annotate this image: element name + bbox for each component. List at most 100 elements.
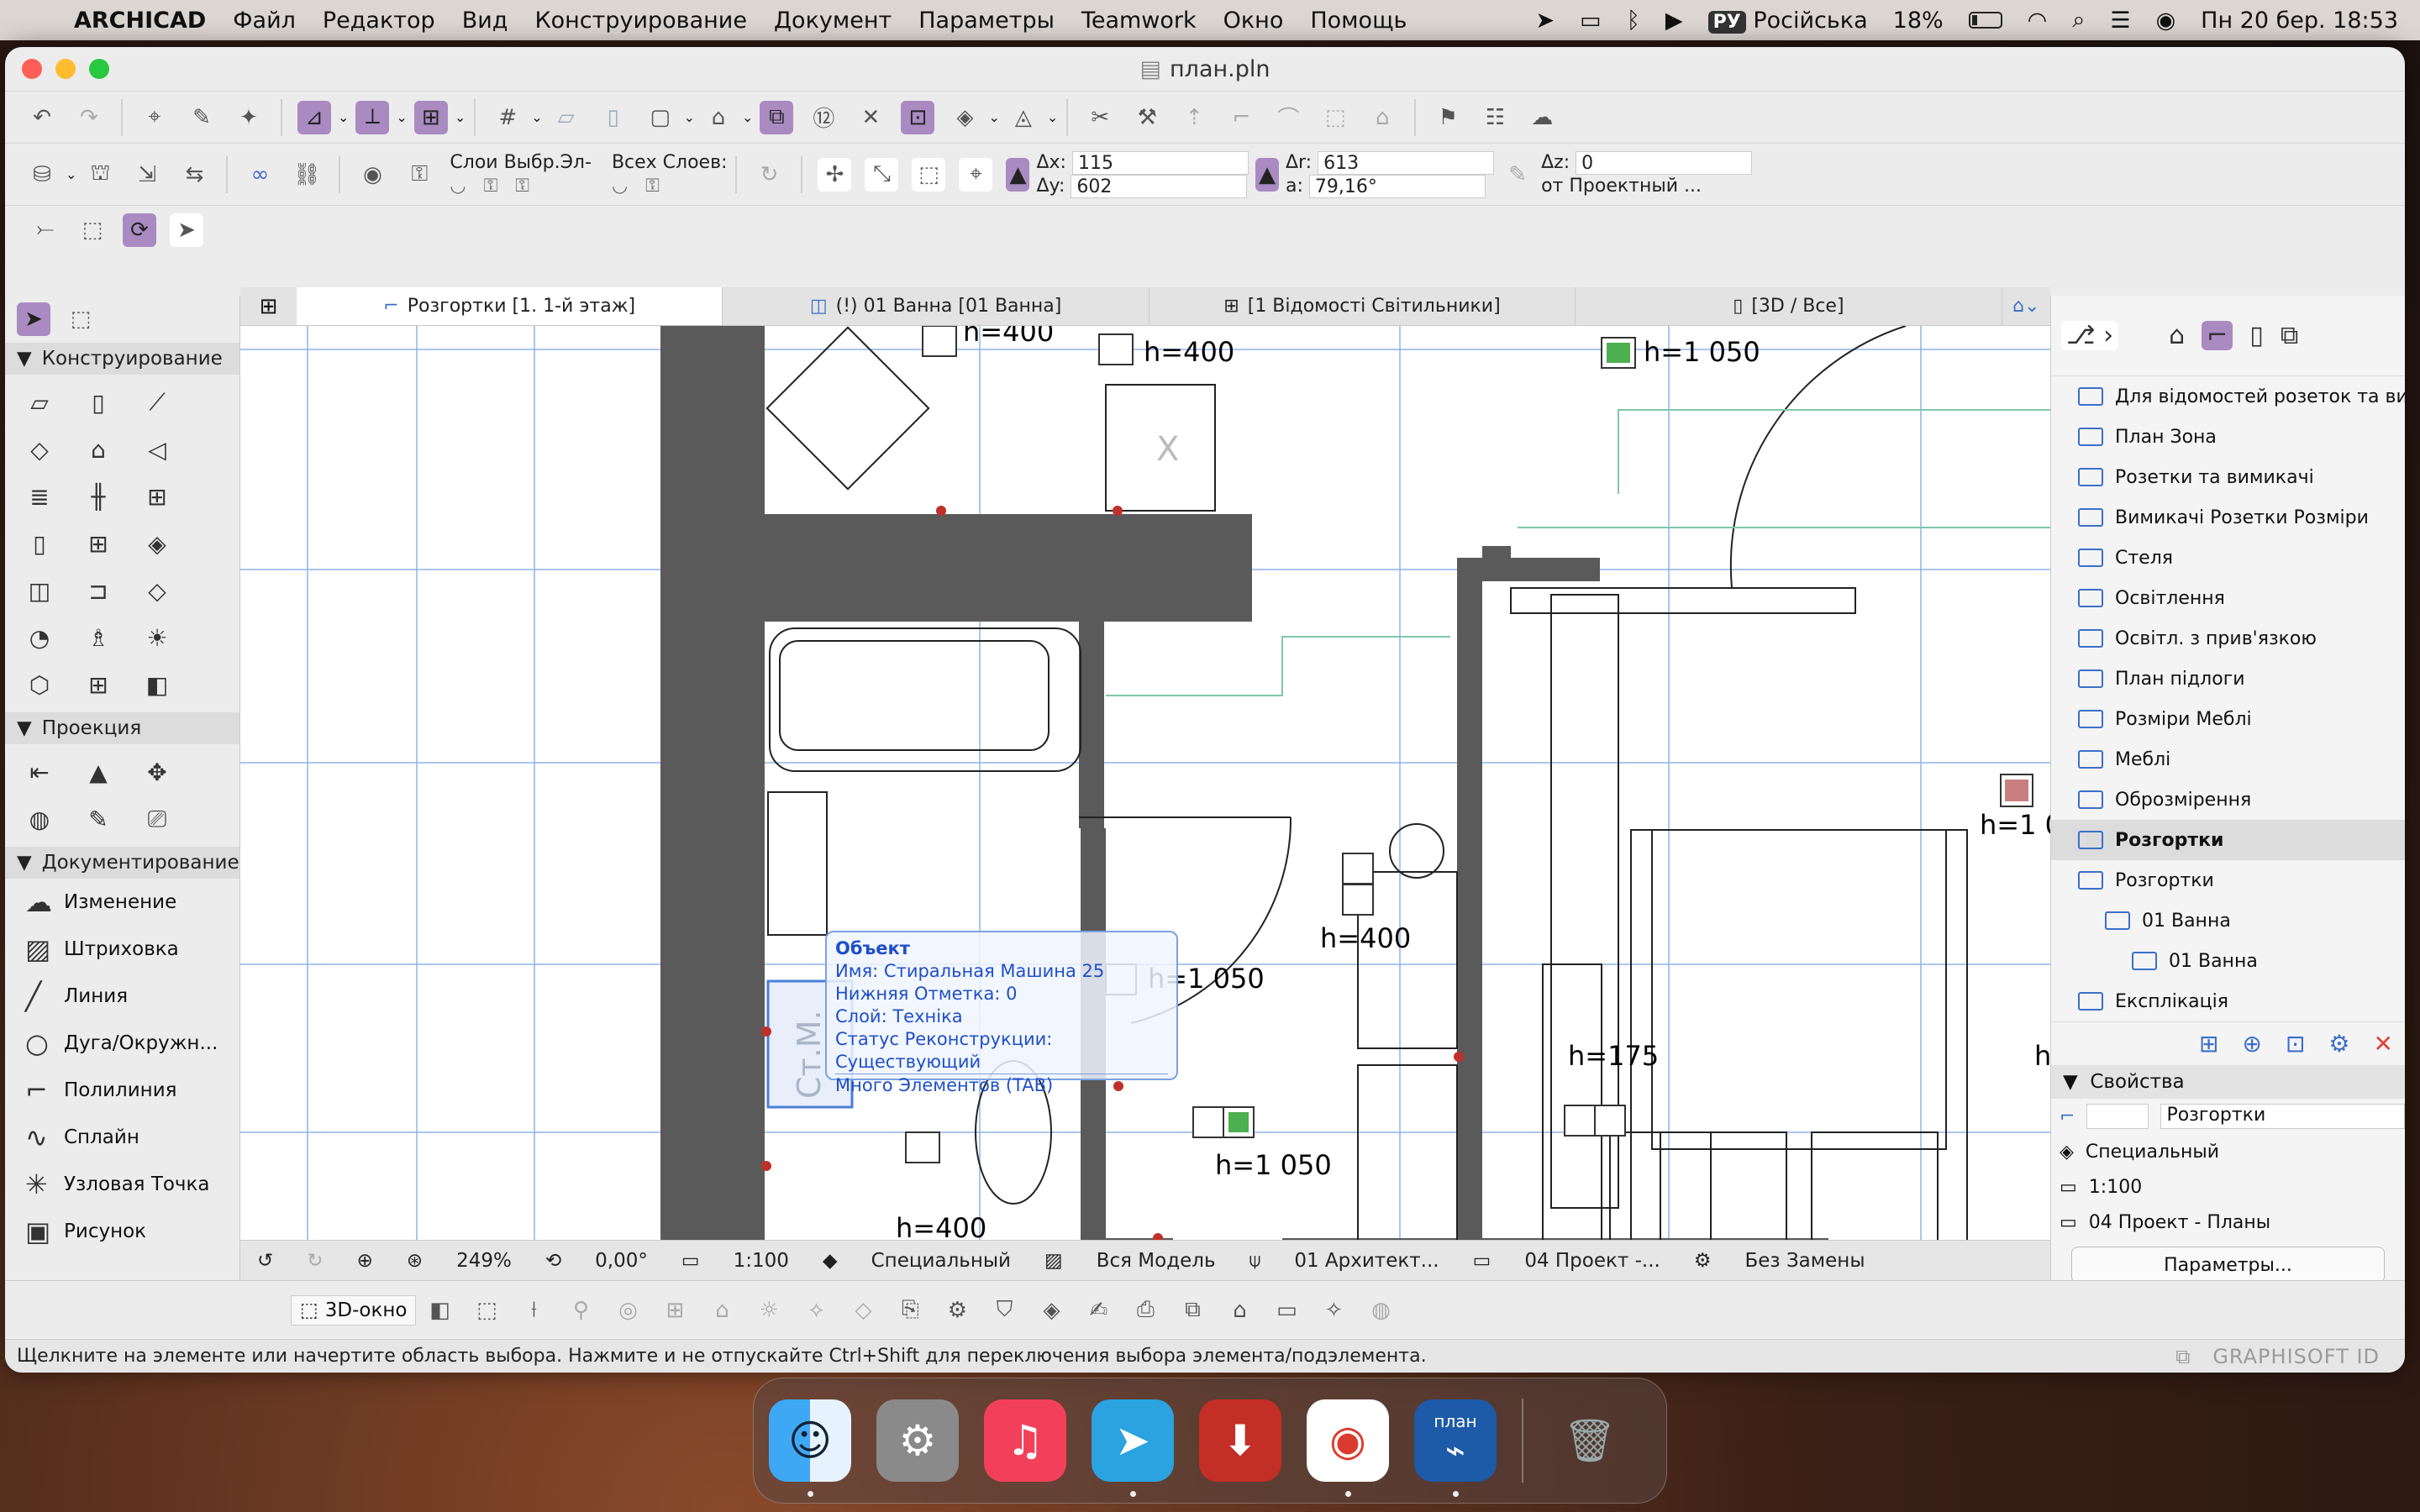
delta-icon[interactable]: ▲ [1006,157,1030,192]
nav-item[interactable]: 01 Ванна [2051,941,2405,981]
id-field[interactable] [2086,1104,2149,1129]
zoom-level[interactable]: 249% [456,1250,512,1272]
nav-item[interactable]: Розгортки [2051,820,2405,860]
link-alt-icon[interactable]: ⛓ [290,158,324,192]
magic-wand-icon[interactable]: ✦ [232,101,266,134]
wireframe-icon[interactable]: ◇ [846,1294,880,1327]
nav-item[interactable]: Для відомостей розеток та ви [2051,376,2405,417]
tab-overview-icon[interactable]: ⊞ [240,287,297,325]
corner-window-tool-icon[interactable]: ◫ [10,570,69,612]
grid-icon[interactable]: # [491,101,524,134]
snap-guides-icon[interactable]: ⟂ [355,100,390,134]
detail-tool-icon[interactable]: ✎ [69,798,128,840]
tab-list-icon[interactable]: ⌂⌄ [2002,287,2050,325]
cloud-icon[interactable]: ☁ [1525,101,1559,134]
view-map-icon[interactable]: ⌐ [2202,321,2233,350]
menu-window[interactable]: Окно [1223,8,1284,34]
menu-design[interactable]: Конструирование [534,8,747,34]
chevron-down-icon[interactable]: ⌄ [742,109,753,125]
nav-item[interactable]: 01 Ванна [2051,900,2405,941]
spotlight-search-icon[interactable]: ⌕ [2072,7,2085,34]
tool-hotspot[interactable]: ✳ Узловая Точка [5,1161,239,1208]
input-language-menu[interactable]: РУ Російська [1707,8,1868,34]
battery-icon[interactable] [1968,12,2002,29]
nav-item[interactable]: Розміри Меблі [2051,699,2405,739]
roof-icon[interactable]: ⌂ [1365,101,1399,134]
sun-icon[interactable]: ☼ [752,1294,786,1327]
menu-edit[interactable]: Редактор [323,8,435,34]
trace-icon[interactable]: ⧉ [760,100,794,134]
modify-icon[interactable]: ⚒ [1130,101,1164,134]
guide-lines-icon[interactable]: ⊿ [297,100,331,134]
gravity-icon[interactable]: ⟳ [123,213,156,247]
elevation-tool-icon[interactable]: ▲ [69,751,128,793]
zoom-window-button[interactable] [89,59,109,79]
slab-tool-icon[interactable]: ◇ [10,428,69,470]
paint-icon[interactable]: ⎘ [893,1294,927,1327]
chevron-down-icon[interactable]: ⌄ [338,109,349,125]
chevron-down-icon[interactable]: ⌄ [531,109,542,125]
pick-up-icon[interactable]: ⇲ [130,158,164,192]
wall-tool-icon[interactable]: ▱ [10,381,69,423]
menu-file[interactable]: Файл [233,8,296,34]
settings-button[interactable]: Параметры... [2071,1247,2385,1284]
dr-field[interactable]: 613 [1318,150,1495,175]
nav-item[interactable]: Експлікація [2051,981,2405,1021]
chevron-down-icon[interactable]: ⌄ [1047,109,1058,125]
morph-tool-icon[interactable]: ⬡ [10,664,69,706]
object-tool-icon[interactable]: ⛁ [25,158,59,192]
wifi-icon[interactable]: ◠ [2028,8,2048,34]
photo-icon[interactable]: ⧉ [1176,1294,1209,1327]
layers-selected[interactable]: Слои Выбр.Эл- ◡ ⚿ ⚿ [450,151,592,198]
reference-level[interactable]: от Проектный ... [1541,175,1752,198]
snap-box-icon[interactable]: ⬚ [912,157,946,192]
nav-item[interactable]: Розетки та вимикачі [2051,457,2405,497]
zone-tool-icon[interactable]: ◔ [10,617,69,659]
redo-view-icon[interactable]: ↻ [307,1250,323,1272]
pencil-disabled-icon[interactable]: ✎ [1501,158,1534,192]
orientation-angle[interactable]: 0,00° [595,1250,648,1272]
layout-book-icon[interactable]: ▯ [2249,321,2264,350]
delta-r-icon[interactable]: ▲ [1255,157,1279,192]
intersection-icon[interactable]: ✕ [854,101,887,134]
layer-lock-icon[interactable]: ⚿ [402,158,436,192]
pen-set[interactable]: 01 Архитект... [1294,1250,1439,1272]
section-viewpoint[interactable]: ▼ Проекция [5,712,239,744]
beam-tool-icon[interactable]: ⟋ [128,381,187,423]
nav-item[interactable]: План Зона [2051,417,2405,457]
chevron-down-icon[interactable]: ⌄ [684,109,695,125]
clone-folder-icon[interactable]: ⊡ [2286,1030,2305,1058]
wall-end-tool-icon[interactable]: ⊐ [69,570,128,612]
properties-header[interactable]: ▼ Свойства [2051,1065,2405,1099]
skylight-tool-icon[interactable]: ◈ [128,522,187,564]
menu-options[interactable]: Параметры [918,8,1055,34]
scissors-icon[interactable]: ✂ [1083,101,1117,134]
fit-window-icon[interactable]: ⊛ [407,1250,423,1272]
menu-app[interactable]: ARCHICAD [74,8,206,34]
view-settings-icon[interactable]: ⚙ [2328,1030,2349,1058]
nav-item[interactable]: Розгортки [2051,860,2405,900]
dy-field[interactable]: 602 [1071,174,1248,198]
property-dimension-row[interactable]: ▭ 04 Проект - Планы [2051,1205,2405,1240]
nav-item[interactable]: Стеля [2051,538,2405,578]
section-documentation[interactable]: ▼ Документирование [5,847,239,879]
tool-fill[interactable]: ▨ Штриховка [5,926,239,973]
door-tool-icon[interactable]: ▯ [10,522,69,564]
save-view-icon[interactable]: ⊕ [2242,1030,2261,1058]
menu-help[interactable]: Помощь [1310,8,1407,34]
cube-icon[interactable]: ⬚ [470,1294,503,1327]
nav-item[interactable]: Освітлення [2051,578,2405,618]
marquee-select-icon[interactable]: ⬚ [76,213,109,247]
tab-schedule[interactable]: ⊞ [1 Відомості Світильники] [1150,287,1576,325]
name-field[interactable]: Розгортки [2160,1104,2405,1129]
marquee-tool-icon[interactable]: ⬚ [64,302,97,336]
layer-combination[interactable]: Специальный [871,1250,1011,1272]
3d-window-button[interactable]: ⬚ 3D-окно [291,1294,417,1326]
filter-icon[interactable]: ⊞ [658,1294,692,1327]
tab-floor-plan[interactable]: ⌐ Розгортки [1. 1-й этаж] [297,287,723,325]
navigator-mode-icon[interactable]: ⎇ › [2061,321,2119,350]
location-icon[interactable]: ➤ [1536,8,1555,34]
shell-tool-icon[interactable]: ◁ [128,428,187,470]
3d-view-icon[interactable]: ◈ [948,101,981,134]
angle-field[interactable]: 79,16° [1308,174,1486,198]
